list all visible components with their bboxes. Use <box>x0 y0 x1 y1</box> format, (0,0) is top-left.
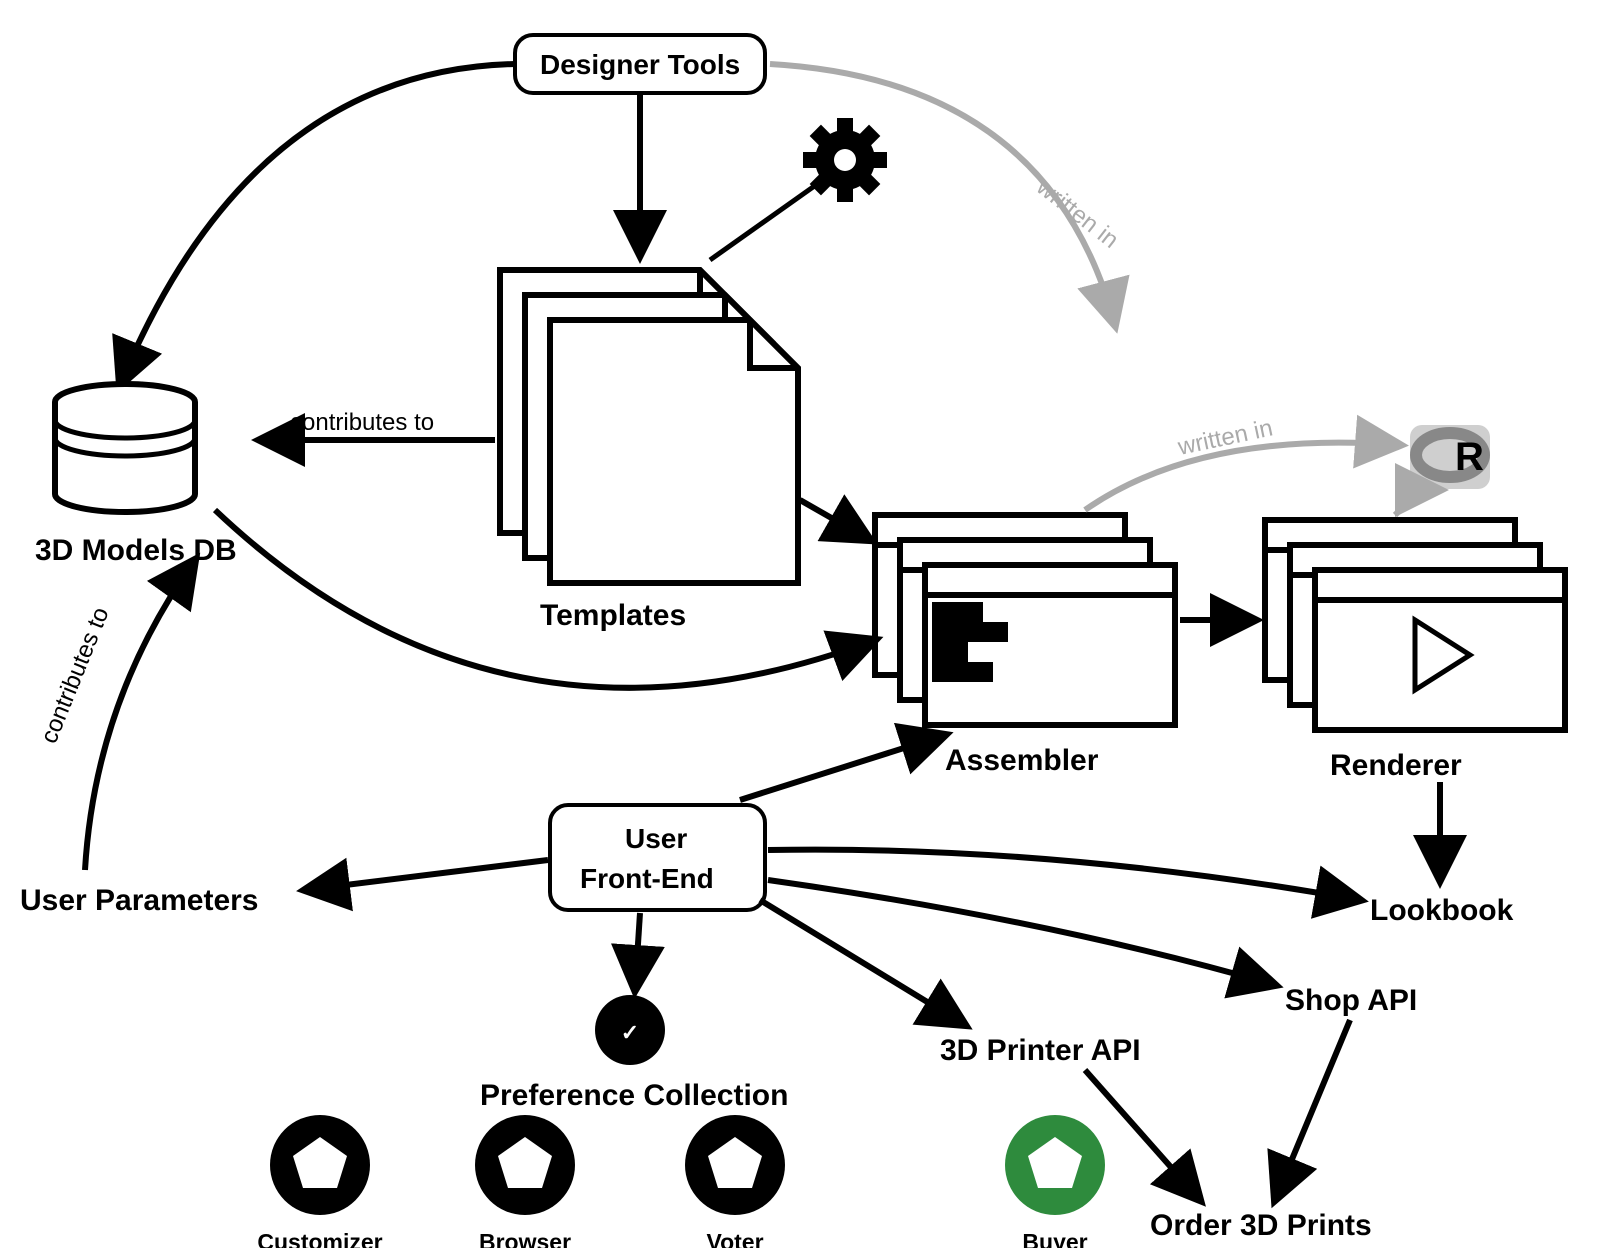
checkmark-icon: ✓ <box>595 995 665 1065</box>
relation-contributes-2: contributes to <box>36 604 115 748</box>
user-label-2: Browser <box>479 1229 571 1248</box>
user-label-3: Voter <box>706 1229 763 1248</box>
designer-tools-label: Designer Tools <box>540 49 740 80</box>
templates-label: Templates <box>540 599 686 632</box>
r-letter: R <box>1455 435 1484 479</box>
user-frontend-label-2: Front-End <box>580 863 714 894</box>
relation-written-in-1: written in <box>1031 173 1124 254</box>
document-stack-icon <box>500 270 798 583</box>
gear-icon <box>803 118 887 202</box>
database-icon <box>55 384 195 512</box>
shop-api-label: Shop API <box>1285 984 1417 1017</box>
pref-collection-node: ✓ Preference Collection <box>480 995 788 1112</box>
user-frontend-pill <box>550 805 765 910</box>
user-voter: Voter <box>685 1115 785 1248</box>
assembler-label: Assembler <box>945 744 1099 777</box>
templates-node: Templates <box>500 270 798 632</box>
r-language-badge: R <box>1410 425 1490 489</box>
window-stack-icon <box>875 515 1175 725</box>
user-frontend-label-1: User <box>625 823 687 854</box>
user-customizer: Customizer <box>257 1115 382 1248</box>
models-db-node: 3D Models DB <box>35 384 237 567</box>
svg-text:✓: ✓ <box>621 1020 639 1045</box>
user-buyer: Buyer <box>1005 1115 1105 1248</box>
window-play-stack-icon <box>1265 520 1565 730</box>
user-browser: Browser <box>475 1115 575 1248</box>
users-row: Customizer Browser Voter Buyer <box>257 1115 1105 1248</box>
assembler-node: Assembler <box>875 515 1175 777</box>
renderer-node: Renderer <box>1265 520 1565 782</box>
printer-api-label: 3D Printer API <box>940 1034 1141 1067</box>
lookbook-label: Lookbook <box>1370 894 1514 927</box>
user-params-label: User Parameters <box>20 884 259 917</box>
user-label-4: Buyer <box>1022 1229 1087 1248</box>
pref-collection-label: Preference Collection <box>480 1079 788 1112</box>
user-label-1: Customizer <box>257 1229 382 1248</box>
relation-contributes-1: contributes to <box>290 409 434 436</box>
renderer-label: Renderer <box>1330 749 1462 782</box>
models-db-label: 3D Models DB <box>35 534 237 567</box>
architecture-diagram: Designer Tools written in <box>0 0 1600 1248</box>
order-label: Order 3D Prints <box>1150 1209 1372 1242</box>
